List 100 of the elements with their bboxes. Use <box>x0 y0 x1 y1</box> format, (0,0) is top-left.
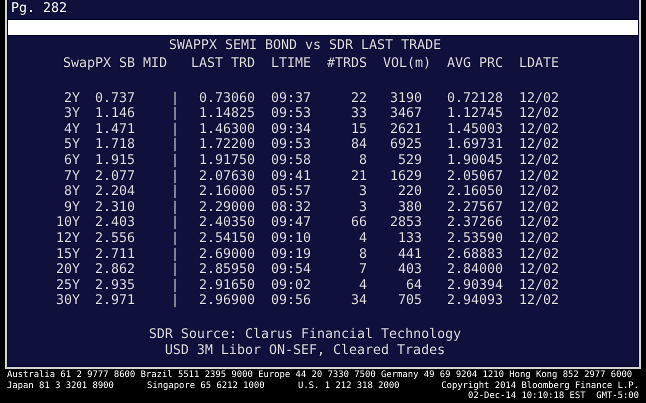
time-cell: 09:58 <box>270 152 311 169</box>
volume-cell: 403 <box>398 262 422 278</box>
divider-cell: | <box>171 106 180 122</box>
trades-cell: 15 <box>350 122 367 138</box>
trades-cell: 34 <box>350 293 367 309</box>
trades-cell: 7 <box>358 262 367 278</box>
last-trade-cell: 2.54150 <box>198 230 255 247</box>
time-cell: 05:57 <box>270 184 311 200</box>
average-price-cell: 2.94093 <box>446 293 503 309</box>
mid-cell: 2.403 <box>95 215 136 231</box>
tenor-cell: 3Y <box>64 106 80 122</box>
average-price-cell: 2.27567 <box>446 200 503 216</box>
volume-cell: 6925 <box>390 137 422 153</box>
divider-cell: | <box>171 230 180 247</box>
date-cell: 12/02 <box>518 215 559 231</box>
date-cell: 12/02 <box>518 152 559 169</box>
time-cell: 09:34 <box>270 122 311 138</box>
average-price-cell: 2.68883 <box>446 246 503 262</box>
mid-cell: 2.204 <box>95 184 136 200</box>
divider-cell: | <box>171 246 180 262</box>
last-trade-cell: 2.96900 <box>198 293 255 309</box>
last-trade-cell: 1.91750 <box>198 152 255 169</box>
source-note: USD 3M Libor ON-SEF, Cleared Trades <box>164 342 446 359</box>
time-cell: 09:53 <box>270 106 311 122</box>
date-cell: 12/02 <box>518 200 559 216</box>
tenor-cell: 25Y <box>56 278 80 294</box>
last-trade-cell: 1.14825 <box>198 106 255 122</box>
time-cell: 09:19 <box>270 246 311 262</box>
last-trade-cell: 2.29000 <box>198 200 255 216</box>
mid-cell: 2.310 <box>95 200 136 216</box>
tenor-cell: 5Y <box>64 137 80 153</box>
time-cell: 09:56 <box>270 293 311 309</box>
tenor-cell: 4Y <box>64 122 80 138</box>
average-price-cell: 2.53590 <box>446 230 503 247</box>
divider-cell: | <box>171 90 180 106</box>
mid-cell: 2.556 <box>95 230 136 247</box>
average-price-cell: 2.16050 <box>446 184 503 200</box>
trades-cell: 66 <box>350 215 367 231</box>
last-trade-cell: 2.07630 <box>198 168 255 184</box>
divider-cell: | <box>171 137 180 153</box>
contact-number: Singapore 65 6212 1000 <box>147 380 266 391</box>
trades-cell: 4 <box>358 230 367 247</box>
volume-cell: 220 <box>398 184 422 200</box>
tenor-cell: 10Y <box>56 215 80 231</box>
trades-cell: 33 <box>350 106 367 122</box>
volume-cell: 380 <box>398 200 422 216</box>
trades-cell: 84 <box>350 137 367 153</box>
column-header: AVG PRC <box>446 56 503 72</box>
tenor-cell: 9Y <box>64 200 80 216</box>
contact-number: U.S. 1 212 318 2000 <box>298 380 401 391</box>
screen-title: SWAPPX SEMI BOND vs SDR LAST TRADE <box>168 38 442 53</box>
trades-cell: 21 <box>350 168 367 184</box>
average-price-cell: 2.84000 <box>446 262 503 278</box>
time-cell: 08:32 <box>270 200 311 216</box>
mid-cell: 2.935 <box>95 278 136 294</box>
average-price-cell: 1.45003 <box>446 122 503 138</box>
column-header: LDATE <box>518 56 559 72</box>
mid-cell: 1.915 <box>95 152 136 169</box>
average-price-cell: 1.69731 <box>446 137 503 153</box>
last-trade-cell: 0.73060 <box>198 90 255 106</box>
divider-cell: | <box>171 200 180 216</box>
time-cell: 09:47 <box>270 215 311 231</box>
divider-cell: | <box>171 262 180 278</box>
date-cell: 12/02 <box>518 122 559 138</box>
mid-cell: 1.146 <box>95 106 136 122</box>
volume-cell: 133 <box>398 230 422 247</box>
time-cell: 09:02 <box>270 278 311 294</box>
mid-cell: 2.711 <box>95 246 136 262</box>
time-cell: 09:41 <box>270 168 311 184</box>
volume-cell: 3190 <box>390 90 422 106</box>
volume-cell: 529 <box>398 152 422 169</box>
last-trade-cell: 2.16000 <box>198 184 255 200</box>
date-cell: 12/02 <box>518 278 559 294</box>
last-trade-cell: 1.46300 <box>198 122 255 138</box>
last-trade-cell: 2.91650 <box>198 278 255 294</box>
source-note: SDR Source: Clarus Financial Technology <box>148 326 462 343</box>
date-cell: 12/02 <box>518 246 559 262</box>
average-price-cell: 2.05067 <box>446 168 503 184</box>
volume-cell: 1629 <box>390 168 422 184</box>
trades-cell: 22 <box>350 90 367 106</box>
divider-cell: | <box>171 184 180 200</box>
column-header: #TRDS <box>326 56 367 72</box>
mid-cell: 1.471 <box>95 122 136 138</box>
tenor-cell: 7Y <box>64 168 80 184</box>
mid-cell: 2.077 <box>95 168 136 184</box>
command-field[interactable] <box>8 20 638 35</box>
tenor-cell: 30Y <box>56 293 80 309</box>
divider-cell: | <box>171 293 180 309</box>
trades-cell: 3 <box>358 200 367 216</box>
volume-cell: 3467 <box>390 106 422 122</box>
tenor-cell: 12Y <box>56 230 80 247</box>
last-trade-cell: 1.72200 <box>198 137 255 153</box>
mid-cell: 0.737 <box>95 90 136 106</box>
date-cell: 12/02 <box>518 184 559 200</box>
date-cell: 12/02 <box>518 262 559 278</box>
date-cell: 12/02 <box>518 293 559 309</box>
trades-cell: 8 <box>358 152 367 169</box>
date-cell: 12/02 <box>518 230 559 247</box>
timestamp: 02-Dec-14 10:10:18 EST GMT-5:00 <box>468 391 639 402</box>
column-header: SwapPX SB MID <box>62 56 168 72</box>
